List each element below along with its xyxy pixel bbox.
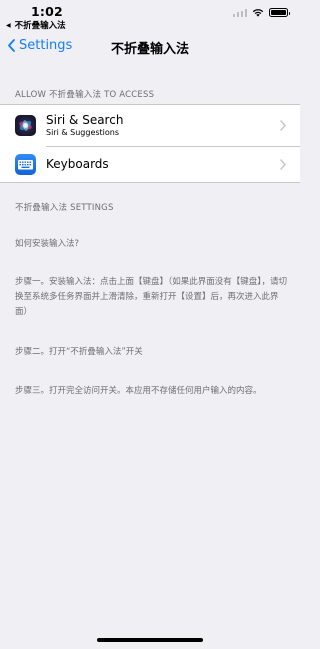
cellular-signal-icon [232,8,247,17]
keyboards-title: Keyboards [46,157,109,171]
status-time: 1:02 [31,4,63,19]
allow-access-group: Siri & Search Siri & Suggestions Keyboar… [0,104,300,183]
status-bar: 1:02 ◀ 不折叠输入法 [0,0,300,32]
navigation-bar: Settings 不折叠输入法 [0,32,300,62]
keyboards-text: Keyboards [46,157,109,171]
home-indicator[interactable] [97,638,203,642]
battery-icon [269,8,290,17]
keyboard-icon [15,153,36,175]
status-back-to-app[interactable]: ◀ 不折叠输入法 [6,19,66,31]
install-question: 如何安装输入法? [15,239,80,249]
siri-search-row[interactable]: Siri & Search Siri & Suggestions [0,105,300,146]
siri-search-subtitle: Siri & Suggestions [46,128,120,137]
keyboards-row[interactable]: Keyboards [0,146,300,182]
step-three-text: 步骤三。打开完全访问开关。本应用不存储任何用户输入的内容。 [15,386,262,396]
chevron-right-icon [280,120,286,131]
status-back-app-label: 不折叠输入法 [14,21,66,31]
siri-search-title: Siri & Search [46,113,124,127]
step-one-text: 步骤一。安装输入法：点击上面【键盘】（如果此界面没有【键盘】，请切换至系统多任务… [15,277,288,317]
status-icons [232,8,290,17]
back-triangle-icon: ◀ [6,22,11,29]
siri-search-text: Siri & Search Siri & Suggestions [46,113,123,138]
step-two-text: 步骤二。打开“不折叠输入法”开关 [15,347,143,357]
allow-section-header: ALLOW 不折叠输入法 TO ACCESS [15,90,155,100]
wifi-icon [252,9,264,17]
chevron-right-icon [280,158,286,170]
page-title: 不折叠输入法 [110,42,189,57]
settings-section-header: 不折叠输入法 SETTINGS [15,203,114,213]
siri-icon [15,115,36,136]
